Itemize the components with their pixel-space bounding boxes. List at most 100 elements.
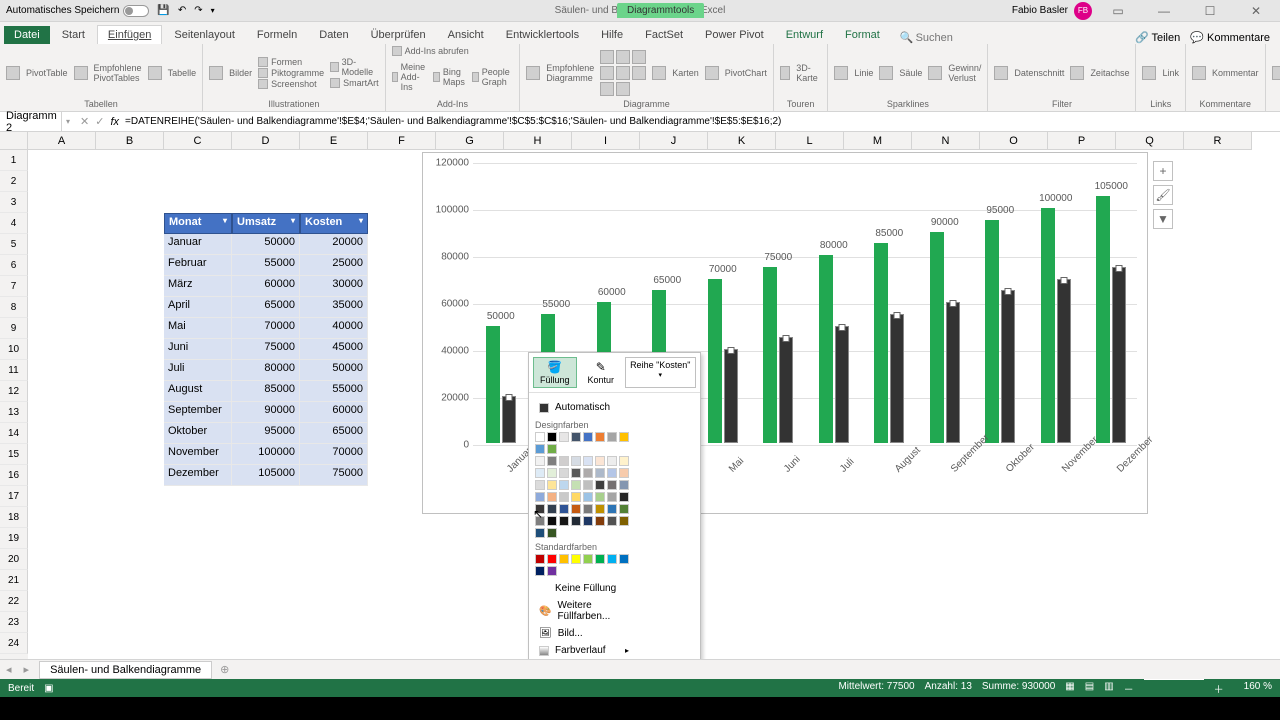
color-swatch[interactable]	[535, 554, 545, 564]
row-header[interactable]: 18	[0, 507, 28, 528]
new-sheet-button[interactable]: ⊕	[212, 663, 237, 676]
row-header[interactable]: 12	[0, 381, 28, 402]
table-cell[interactable]: 60000	[300, 402, 368, 423]
pivottable-button[interactable]: PivotTable	[6, 66, 68, 80]
chart-bar[interactable]	[1096, 196, 1110, 443]
row-header[interactable]: 15	[0, 444, 28, 465]
color-swatch[interactable]	[571, 456, 581, 466]
color-swatch[interactable]	[607, 480, 617, 490]
chart-elements-button[interactable]: +	[1153, 161, 1173, 181]
tab-format[interactable]: Format	[835, 26, 890, 44]
color-swatch[interactable]	[547, 468, 557, 478]
outline-button[interactable]: ✎Kontur	[581, 357, 622, 388]
chart-bar[interactable]	[502, 396, 516, 443]
color-swatch[interactable]	[559, 516, 569, 526]
search-input[interactable]	[916, 32, 976, 44]
table-cell[interactable]: 100000	[232, 444, 300, 465]
row-header[interactable]: 14	[0, 423, 28, 444]
row-header[interactable]: 16	[0, 465, 28, 486]
table-header[interactable]: Umsatz▾	[232, 213, 300, 234]
sparkline-winloss-button[interactable]: Gewinn/ Verlust	[928, 63, 981, 83]
column-header[interactable]: E	[300, 132, 368, 150]
row-header[interactable]: 2	[0, 171, 28, 192]
zoom-in-icon[interactable]: ＋	[1214, 681, 1224, 696]
row-header[interactable]: 6	[0, 255, 28, 276]
row-header[interactable]: 1	[0, 150, 28, 171]
table-cell[interactable]: 65000	[300, 423, 368, 444]
chart-bar[interactable]	[486, 326, 500, 444]
chart-type-icon[interactable]	[616, 82, 630, 96]
color-swatch[interactable]	[571, 554, 581, 564]
color-swatch[interactable]	[571, 432, 581, 442]
table-header[interactable]: Kosten▾	[300, 213, 368, 234]
formula-bar[interactable]: =DATENREIHE('Säulen- und Balkendiagramme…	[125, 116, 781, 127]
table-cell[interactable]: 40000	[300, 318, 368, 339]
tab-factset[interactable]: FactSet	[635, 26, 693, 44]
table-cell[interactable]: 90000	[232, 402, 300, 423]
color-swatch[interactable]	[619, 554, 629, 564]
comment-button[interactable]: Kommentar	[1192, 66, 1259, 80]
row-header[interactable]: 11	[0, 360, 28, 381]
chart-type-icon[interactable]	[616, 50, 630, 64]
color-swatch[interactable]	[547, 444, 557, 454]
table-cell[interactable]: Juni	[164, 339, 232, 360]
table-cell[interactable]: 75000	[232, 339, 300, 360]
link-button[interactable]: Link	[1142, 66, 1179, 80]
table-cell[interactable]: 30000	[300, 276, 368, 297]
column-header[interactable]: N	[912, 132, 980, 150]
color-swatch[interactable]	[547, 554, 557, 564]
row-header[interactable]: 22	[0, 591, 28, 612]
color-swatch[interactable]	[583, 554, 593, 564]
chart-bar[interactable]	[819, 255, 833, 443]
color-swatch[interactable]	[535, 492, 545, 502]
table-cell[interactable]: 80000	[232, 360, 300, 381]
view-pagebreak-icon[interactable]: ▥	[1104, 681, 1113, 696]
tab-entwicklertools[interactable]: Entwicklertools	[496, 26, 589, 44]
table-cell[interactable]: 65000	[232, 297, 300, 318]
color-swatch[interactable]	[619, 468, 629, 478]
view-layout-icon[interactable]: ▤	[1085, 681, 1094, 696]
pivotchart-button[interactable]: PivotChart	[705, 66, 767, 80]
color-swatch[interactable]	[535, 468, 545, 478]
color-swatch[interactable]	[607, 554, 617, 564]
series-selector[interactable]: Reihe "Kosten" ▾	[625, 357, 695, 388]
color-swatch[interactable]	[607, 468, 617, 478]
color-swatch[interactable]	[535, 516, 545, 526]
cancel-formula-icon[interactable]: ✕	[80, 115, 89, 128]
color-swatch[interactable]	[571, 516, 581, 526]
chart-bar[interactable]	[835, 326, 849, 444]
color-swatch[interactable]	[583, 504, 593, 514]
column-header[interactable]: K	[708, 132, 776, 150]
chart-styles-button[interactable]: 🖌	[1153, 185, 1173, 205]
chart-filter-button[interactable]: ▼	[1153, 209, 1173, 229]
gradient-fill-item[interactable]: Farbverlauf▸	[535, 642, 633, 659]
table-cell[interactable]: 50000	[232, 234, 300, 255]
share-button[interactable]: 🔗 Teilen	[1135, 31, 1180, 44]
color-swatch[interactable]	[607, 492, 617, 502]
recommended-charts-button[interactable]: Empfohlene Diagramme	[526, 63, 594, 83]
row-header[interactable]: 3	[0, 192, 28, 213]
chart-bar[interactable]	[708, 279, 722, 444]
chart-bar[interactable]	[890, 314, 904, 443]
color-swatch[interactable]	[595, 554, 605, 564]
sparkline-line-button[interactable]: Linie	[834, 66, 873, 80]
no-fill-item[interactable]: Keine Füllung	[535, 580, 633, 597]
color-swatch[interactable]	[619, 492, 629, 502]
tab-hilfe[interactable]: Hilfe	[591, 26, 633, 44]
table-cell[interactable]: April	[164, 297, 232, 318]
textbox-button[interactable]: Textfeld	[1272, 66, 1280, 80]
color-swatch[interactable]	[607, 504, 617, 514]
table-cell[interactable]: Juli	[164, 360, 232, 381]
slicer-button[interactable]: Datenschnitt	[994, 66, 1064, 80]
column-header[interactable]: G	[436, 132, 504, 150]
color-swatch[interactable]	[595, 492, 605, 502]
column-header[interactable]: Q	[1116, 132, 1184, 150]
color-swatch[interactable]	[547, 480, 557, 490]
color-swatch[interactable]	[595, 456, 605, 466]
color-swatch[interactable]	[583, 480, 593, 490]
color-swatch[interactable]	[535, 432, 545, 442]
get-addins-button[interactable]: Add-Ins abrufen	[392, 46, 469, 56]
chart-bar[interactable]	[1001, 290, 1015, 443]
color-swatch[interactable]	[535, 504, 545, 514]
row-header[interactable]: 10	[0, 339, 28, 360]
